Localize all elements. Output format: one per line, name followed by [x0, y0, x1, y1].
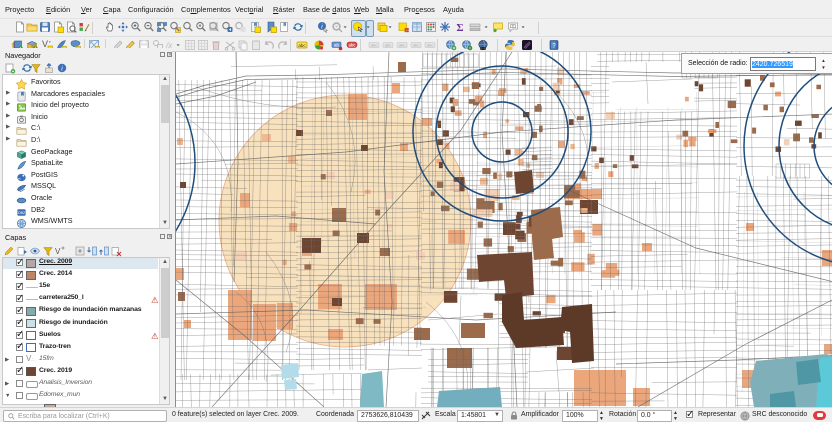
svg-text:ab: ab [334, 42, 340, 47]
svg-text:i: i [61, 65, 63, 73]
svg-text:abc: abc [427, 42, 433, 47]
svg-text:V: V [55, 247, 61, 256]
svg-text:i: i [321, 22, 323, 30]
svg-text:abc: abc [399, 42, 405, 47]
svg-text:abc: abc [371, 42, 377, 47]
svg-text:V: V [42, 39, 48, 49]
svg-text:abc: abc [349, 42, 356, 47]
svg-text:abc: abc [298, 42, 306, 47]
svg-text:abc: abc [413, 42, 419, 47]
svg-text:Σ: Σ [456, 22, 463, 33]
svg-text:DB2: DB2 [18, 211, 25, 215]
svg-text:abc: abc [385, 42, 391, 47]
